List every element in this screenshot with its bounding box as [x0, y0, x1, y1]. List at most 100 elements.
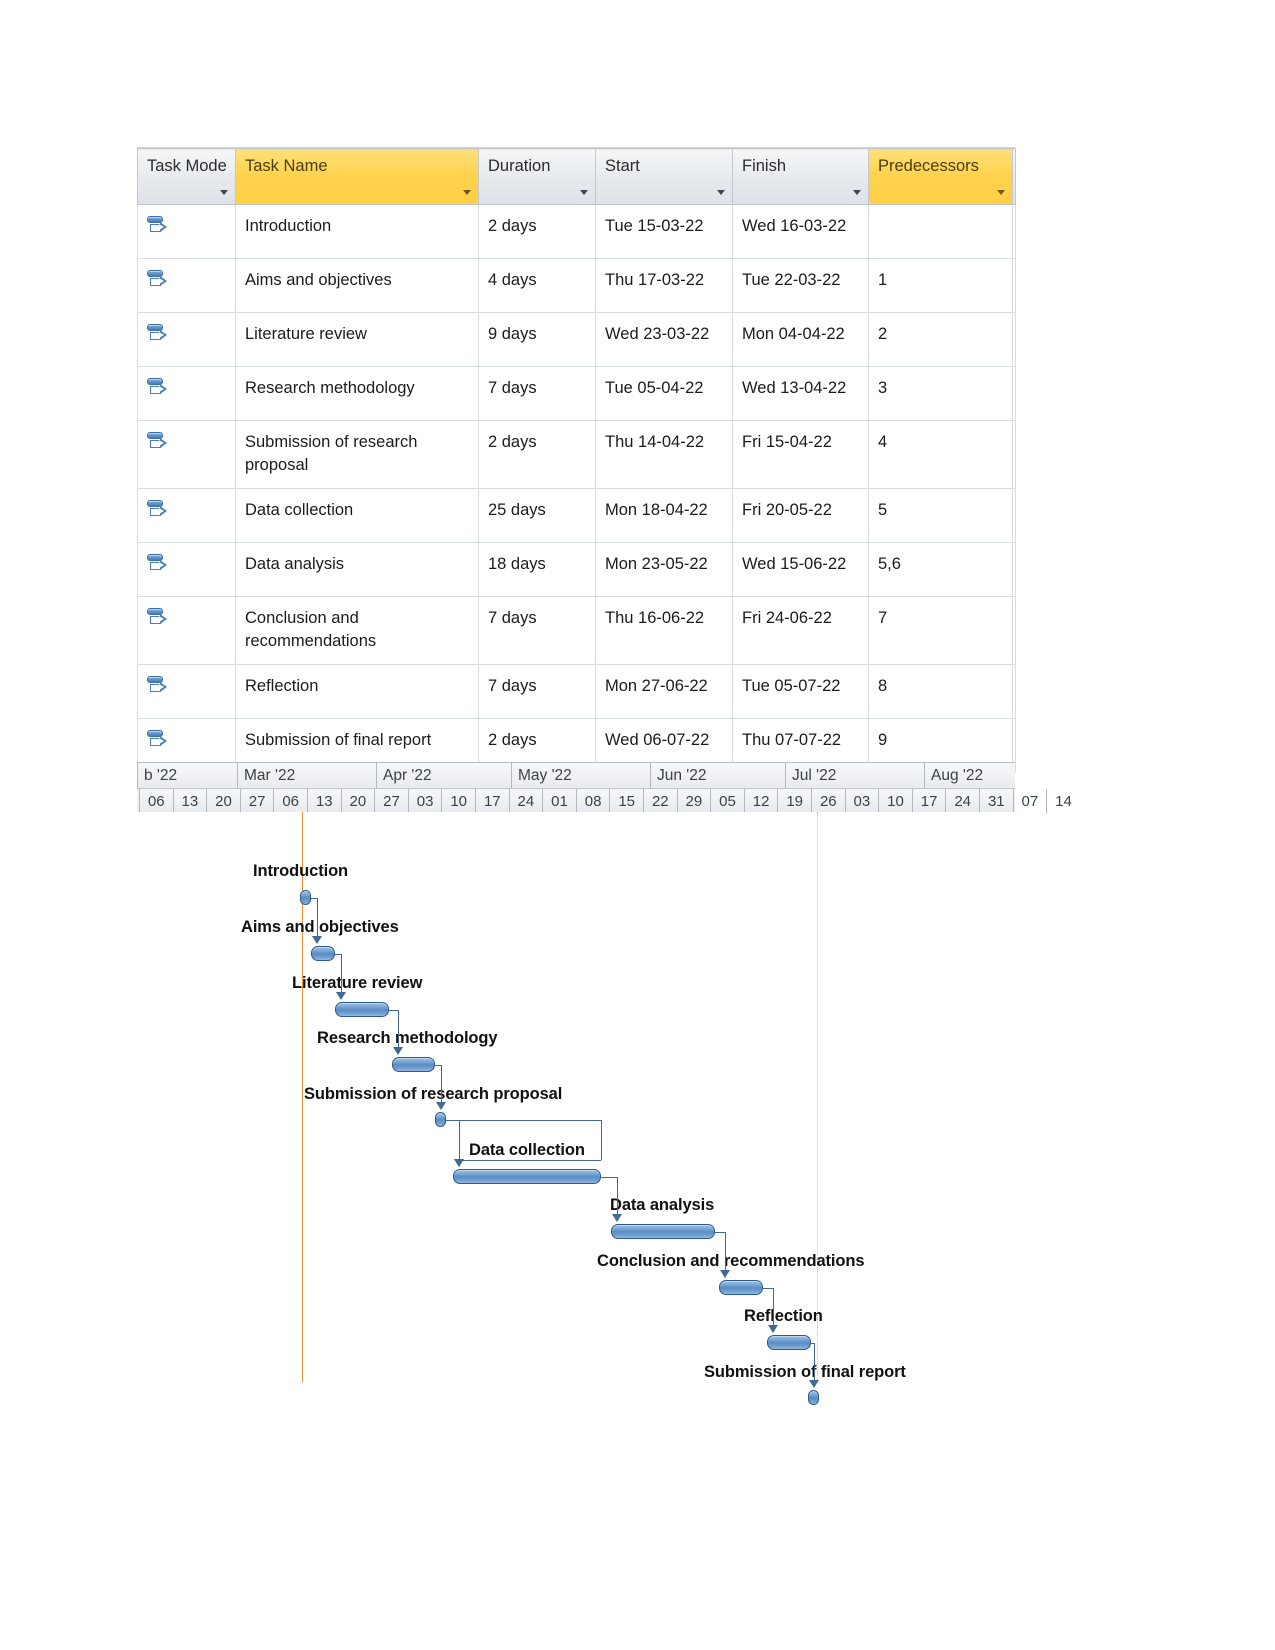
cell-task-name[interactable]: Aims and objectives: [235, 258, 479, 313]
gantt-bar[interactable]: [808, 1390, 819, 1405]
table-row[interactable]: Research methodology 7 days Tue 05-04-22 We…: [137, 366, 1016, 421]
cell-duration[interactable]: 18 days: [478, 542, 596, 597]
cell-duration[interactable]: 2 days: [478, 420, 596, 489]
column-header-start[interactable]: Start: [595, 148, 733, 205]
cell-task-name[interactable]: Introduction: [235, 204, 479, 259]
cell-finish[interactable]: Tue 22-03-22: [732, 258, 869, 313]
gantt-bar[interactable]: [611, 1224, 715, 1239]
cell-predecessors[interactable]: 4: [868, 420, 1013, 489]
cell-task-mode[interactable]: [137, 204, 236, 259]
gantt-bar[interactable]: [311, 946, 335, 961]
cell-finish[interactable]: Fri 15-04-22: [732, 420, 869, 489]
cell-task-name[interactable]: Submission of research proposal: [235, 420, 479, 489]
timescale-day-tick: 24: [508, 789, 543, 814]
gantt-bar[interactable]: [392, 1057, 435, 1072]
timescale-day-tick: 06: [139, 789, 173, 814]
cell-duration[interactable]: 4 days: [478, 258, 596, 313]
cell-predecessors[interactable]: 2: [868, 312, 1013, 367]
cell-task-mode[interactable]: [137, 664, 236, 719]
cell-task-name[interactable]: Reflection: [235, 664, 479, 719]
cell-task-name[interactable]: Data analysis: [235, 542, 479, 597]
cell-finish[interactable]: Fri 24-06-22: [732, 596, 869, 665]
chevron-down-icon[interactable]: [717, 190, 725, 195]
dependency-link-segment: [725, 1232, 726, 1271]
cell-overflow: [1012, 258, 1016, 313]
timescale-day-tick: 03: [407, 789, 442, 814]
timescale-day-tick: 15: [609, 789, 643, 814]
cell-duration[interactable]: 7 days: [478, 664, 596, 719]
column-header-task-mode[interactable]: Task Mode: [137, 148, 236, 205]
chevron-down-icon[interactable]: [220, 190, 228, 195]
table-row[interactable]: Reflection 7 days Mon 27-06-22 Tue 05-07-22…: [137, 664, 1016, 719]
gantt-bar[interactable]: [767, 1335, 811, 1350]
cell-finish[interactable]: Fri 20-05-22: [732, 488, 869, 543]
cell-predecessors[interactable]: 5,6: [868, 542, 1013, 597]
column-header-finish-label: Finish: [742, 157, 787, 175]
table-row[interactable]: Literature review 9 days Wed 23-03-22 Mon 0…: [137, 312, 1016, 367]
cell-finish[interactable]: Wed 15-06-22: [732, 542, 869, 597]
cell-predecessors[interactable]: 5: [868, 488, 1013, 543]
chevron-down-icon[interactable]: [463, 190, 471, 195]
column-header-predecessors-label: Predecessors: [878, 157, 979, 175]
cell-start[interactable]: Thu 14-04-22: [595, 420, 733, 489]
cell-duration[interactable]: 2 days: [478, 204, 596, 259]
cell-predecessors[interactable]: 7: [868, 596, 1013, 665]
gantt-bar[interactable]: [719, 1280, 763, 1295]
gantt-bar[interactable]: [300, 890, 311, 905]
cell-start[interactable]: Thu 17-03-22: [595, 258, 733, 313]
cell-overflow: [1012, 488, 1016, 543]
cell-task-mode[interactable]: [137, 258, 236, 313]
cell-duration[interactable]: 9 days: [478, 312, 596, 367]
cell-task-name[interactable]: Data collection: [235, 488, 479, 543]
cell-task-mode[interactable]: [137, 596, 236, 665]
chevron-down-icon[interactable]: [997, 190, 1005, 195]
dependency-link-segment: [398, 1010, 399, 1048]
cell-task-mode[interactable]: [137, 542, 236, 597]
cell-predecessors[interactable]: 3: [868, 366, 1013, 421]
cell-finish[interactable]: Wed 13-04-22: [732, 366, 869, 421]
column-header-finish[interactable]: Finish: [732, 148, 869, 205]
cell-start[interactable]: Mon 27-06-22: [595, 664, 733, 719]
timescale-day-tick: 17: [475, 789, 509, 814]
cell-predecessors[interactable]: 1: [868, 258, 1013, 313]
gantt-bar[interactable]: [435, 1112, 446, 1127]
chevron-down-icon[interactable]: [853, 190, 861, 195]
cell-task-mode[interactable]: [137, 488, 236, 543]
cell-finish[interactable]: Mon 04-04-22: [732, 312, 869, 367]
cell-task-mode[interactable]: [137, 420, 236, 489]
gantt-bar[interactable]: [335, 1002, 389, 1017]
cell-finish[interactable]: Tue 05-07-22: [732, 664, 869, 719]
cell-task-mode[interactable]: [137, 312, 236, 367]
cell-duration[interactable]: 7 days: [478, 596, 596, 665]
dependency-link-segment: [389, 1010, 398, 1011]
timescale-header: b '22 Mar '22 Apr '22 May '22 Jun '22 Jul '22…: [137, 762, 1072, 814]
table-row[interactable]: Conclusion and recommendations 7 days Thu …: [137, 596, 1016, 665]
cell-start[interactable]: Tue 05-04-22: [595, 366, 733, 421]
column-header-task-name[interactable]: Task Name: [235, 148, 479, 205]
table-row[interactable]: Data collection 25 days Mon 18-04-22 Fri 20…: [137, 488, 1016, 543]
cell-start[interactable]: Thu 16-06-22: [595, 596, 733, 665]
dependency-link-segment: [773, 1288, 774, 1326]
column-header-duration[interactable]: Duration: [478, 148, 596, 205]
table-row[interactable]: Aims and objectives 4 days Thu 17-03-22 Tue…: [137, 258, 1016, 313]
table-row[interactable]: Introduction 2 days Tue 15-03-22 Wed 16-03-…: [137, 204, 1016, 259]
cell-duration[interactable]: 25 days: [478, 488, 596, 543]
cell-task-name[interactable]: Conclusion and recommendations: [235, 596, 479, 665]
chevron-down-icon[interactable]: [580, 190, 588, 195]
cell-finish[interactable]: Wed 16-03-22: [732, 204, 869, 259]
cell-start[interactable]: Wed 23-03-22: [595, 312, 733, 367]
cell-task-name[interactable]: Research methodology: [235, 366, 479, 421]
cell-duration[interactable]: 7 days: [478, 366, 596, 421]
table-row[interactable]: Submission of research proposal 2 days Thu…: [137, 420, 1016, 489]
cell-predecessors[interactable]: [868, 204, 1013, 259]
cell-task-mode[interactable]: [137, 366, 236, 421]
cell-predecessors[interactable]: 8: [868, 664, 1013, 719]
cell-start[interactable]: Tue 15-03-22: [595, 204, 733, 259]
cell-start[interactable]: Mon 18-04-22: [595, 488, 733, 543]
cell-start[interactable]: Mon 23-05-22: [595, 542, 733, 597]
column-header-predecessors[interactable]: Predecessors: [868, 148, 1013, 205]
cell-task-name[interactable]: Literature review: [235, 312, 479, 367]
gantt-bar[interactable]: [453, 1169, 601, 1184]
table-row[interactable]: Data analysis 18 days Mon 23-05-22 Wed 15-0…: [137, 542, 1016, 597]
cell-overflow: [1012, 312, 1016, 367]
